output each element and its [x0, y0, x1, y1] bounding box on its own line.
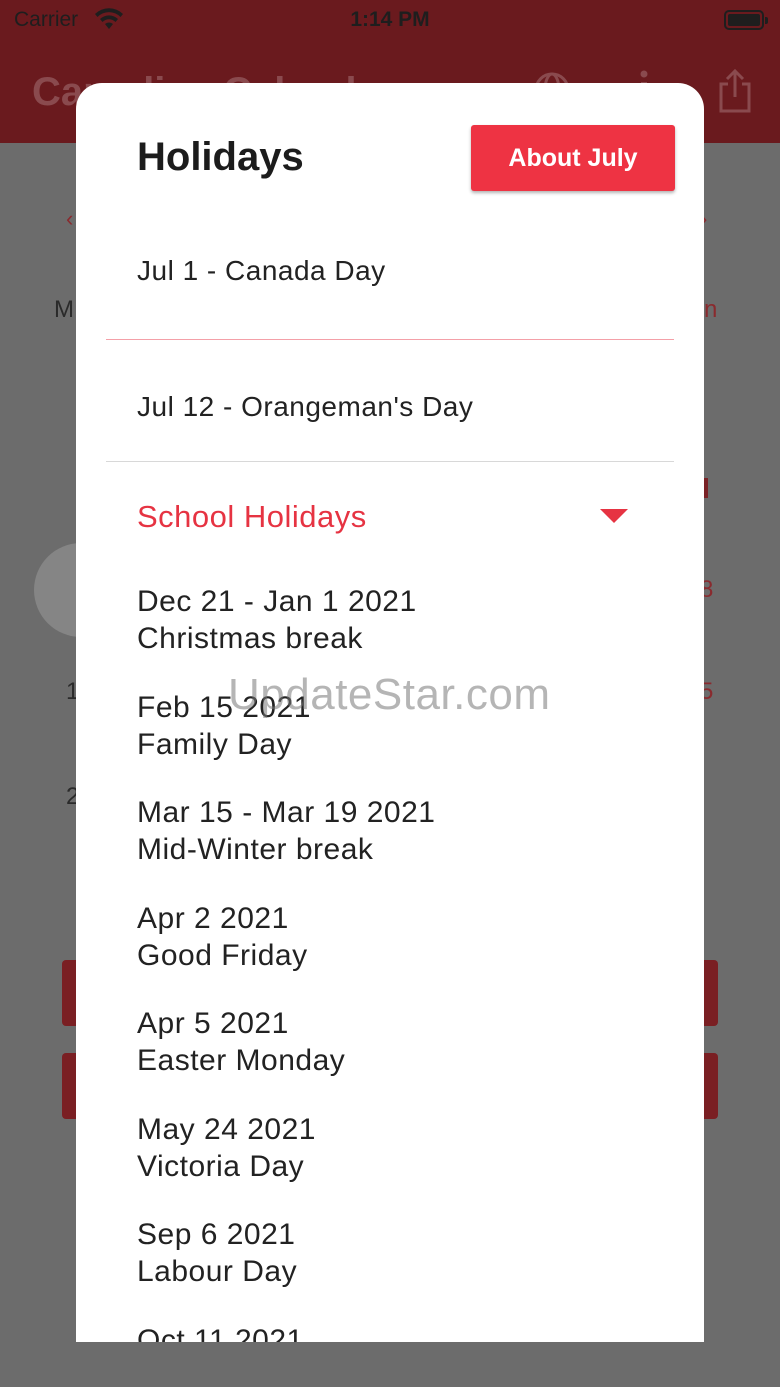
school-holiday-date: Mar 15 - Mar 19 2021	[137, 796, 436, 829]
school-holiday-name: Family Day	[137, 728, 293, 761]
holiday-item[interactable]: Jul 1 - Canada Day	[137, 255, 386, 287]
school-holiday-date: Sep 6 2021	[137, 1218, 296, 1251]
school-holiday-item: Oct 11 2021	[137, 1322, 304, 1342]
prev-month-icon: ‹	[66, 206, 74, 231]
caret-down-icon	[600, 509, 628, 523]
status-bar: Carrier 1:14 PM	[0, 0, 780, 40]
about-month-button[interactable]: About July	[471, 125, 675, 191]
status-time: 1:14 PM	[350, 8, 430, 31]
divider	[106, 339, 674, 340]
school-holiday-name: Easter Monday	[137, 1044, 346, 1077]
weekday-label: n	[704, 296, 718, 323]
school-holiday-item: Dec 21 - Jan 1 2021 Christmas break	[137, 583, 417, 657]
school-holiday-date: Apr 2 2021	[137, 902, 289, 935]
school-holiday-date: Oct 11 2021	[137, 1324, 304, 1342]
weekday-label: M	[54, 296, 74, 323]
school-holiday-item: May 24 2021 Victoria Day	[137, 1111, 316, 1185]
school-holiday-item: Mar 15 - Mar 19 2021 Mid-Winter break	[137, 794, 435, 868]
school-holidays-title: School Holidays	[137, 499, 367, 534]
school-holiday-date: Dec 21 - Jan 1 2021	[137, 585, 417, 618]
share-icon[interactable]	[716, 68, 754, 114]
school-holiday-item: Sep 6 2021 Labour Day	[137, 1216, 297, 1290]
school-holiday-item: Apr 2 2021 Good Friday	[137, 900, 308, 974]
school-holiday-date: Apr 5 2021	[137, 1007, 289, 1040]
school-holiday-item: Apr 5 2021 Easter Monday	[137, 1005, 345, 1079]
school-holiday-date: May 24 2021	[137, 1113, 316, 1146]
holiday-item[interactable]: Jul 12 - Orangeman's Day	[137, 391, 473, 423]
school-holiday-name: Labour Day	[137, 1255, 298, 1288]
battery-icon	[724, 10, 768, 30]
school-holiday-name: Victoria Day	[137, 1150, 305, 1183]
school-holiday-name: Christmas break	[137, 622, 363, 655]
school-holidays-toggle[interactable]: School Holidays	[76, 483, 704, 549]
school-holiday-name: Mid-Winter break	[137, 833, 374, 866]
watermark: UpdateStar.com	[228, 670, 551, 719]
divider	[106, 461, 674, 462]
school-holiday-name: Good Friday	[137, 939, 308, 972]
modal-title: Holidays	[137, 135, 304, 179]
